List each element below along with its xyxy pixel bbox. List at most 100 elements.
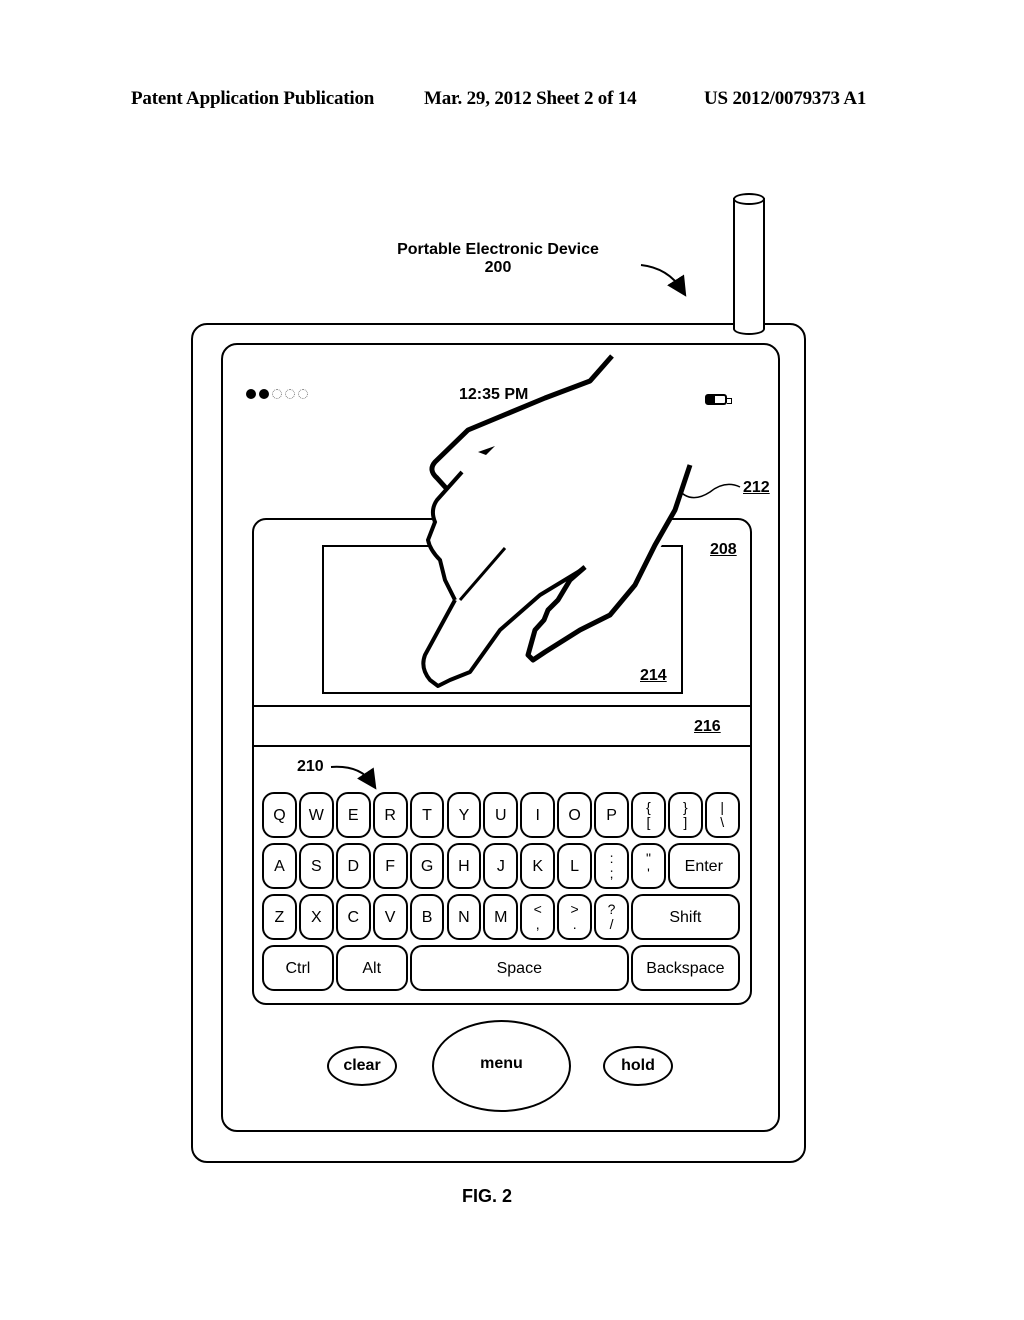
key-label: Q — [273, 806, 286, 824]
text-field[interactable] — [254, 707, 750, 745]
key-shift-label: " — [645, 850, 651, 866]
key-label: D — [347, 857, 360, 875]
device-pointer-arrow — [640, 264, 687, 297]
key-base-label: ] — [683, 814, 688, 830]
battery-tip — [727, 398, 732, 404]
key-r[interactable]: R — [372, 792, 408, 838]
key-u[interactable]: U — [483, 792, 519, 838]
key-label: Y — [458, 806, 470, 824]
device-label: Portable Electronic Device 200 — [380, 241, 616, 277]
key-label: T — [422, 806, 432, 824]
key-q[interactable]: Q — [262, 792, 297, 838]
key-z[interactable]: Z — [262, 894, 297, 940]
key-f[interactable]: F — [372, 843, 408, 889]
key-shift-label: : — [609, 850, 614, 866]
key-label: B — [421, 908, 433, 926]
figure-caption: FIG. 2 — [462, 1186, 513, 1206]
key-n[interactable]: N — [446, 894, 482, 940]
key-base-label: [ — [646, 814, 651, 830]
key-label: N — [458, 908, 470, 926]
key-symbol[interactable]: ? / — [594, 894, 629, 940]
publication-date-sheet: Mar. 29, 2012 Sheet 2 of 14 — [424, 88, 637, 109]
key-symbol[interactable]: {[ — [631, 792, 666, 838]
key-shift-label: | — [720, 799, 725, 815]
key-e[interactable]: E — [335, 792, 371, 838]
key-k[interactable]: K — [520, 843, 556, 889]
key-base-label: ; — [609, 865, 614, 881]
key-c[interactable]: C — [335, 894, 371, 940]
key-a[interactable]: A — [262, 843, 297, 889]
key-symbol[interactable]: <, — [520, 894, 556, 940]
key-v[interactable]: V — [372, 894, 408, 940]
hold-button[interactable]: hold — [603, 1046, 673, 1086]
key-symbol[interactable]: }] — [667, 792, 703, 838]
key-o[interactable]: O — [557, 792, 593, 838]
signal-strength-icon — [246, 389, 308, 399]
key-label: U — [495, 806, 507, 824]
signal-dot — [272, 389, 282, 399]
key-b[interactable]: B — [409, 894, 445, 940]
key-label: W — [308, 806, 324, 824]
key-shift-label: < — [533, 901, 542, 917]
key-backspace[interactable]: Backspace — [631, 945, 740, 991]
key-label: F — [385, 857, 396, 875]
key-label: M — [494, 908, 508, 926]
key-label: Alt — [362, 959, 382, 977]
key-p[interactable]: P — [594, 792, 629, 838]
battery-fill — [707, 396, 716, 403]
key-i[interactable]: I — [520, 792, 556, 838]
ref-208: 208 — [710, 541, 737, 558]
key-label: A — [274, 857, 285, 875]
key-s[interactable]: S — [298, 843, 334, 889]
key-label: Ctrl — [285, 959, 311, 977]
status-time: 12:35 PM — [459, 386, 529, 403]
key-symbol[interactable]: " ' — [631, 843, 666, 889]
key-w[interactable]: W — [298, 792, 334, 838]
key-enter[interactable]: Enter — [667, 843, 740, 889]
key-base-label: / — [609, 916, 614, 932]
menu-button[interactable]: menu — [432, 1020, 571, 1112]
key-symbol[interactable]: >. — [557, 894, 593, 940]
device-number: 200 — [484, 259, 512, 276]
publication-number: US 2012/0079373 A1 — [704, 88, 867, 109]
signal-dot — [259, 389, 269, 399]
key-x[interactable]: X — [298, 894, 334, 940]
key-shift[interactable]: Shift — [631, 894, 740, 940]
battery-icon — [705, 394, 732, 405]
key-label: K — [532, 857, 544, 875]
key-h[interactable]: H — [446, 843, 482, 889]
key-label: S — [311, 857, 322, 875]
key-label: Enter — [684, 857, 723, 875]
key-y[interactable]: Y — [446, 792, 482, 838]
key-base-label: , — [535, 916, 540, 932]
antenna-top — [733, 193, 765, 205]
key-label: C — [347, 908, 360, 926]
ref-210: 210 — [297, 758, 324, 775]
key-space[interactable]: Space — [409, 945, 629, 991]
key-label: Shift — [669, 908, 702, 926]
key-label: Space — [496, 959, 542, 977]
key-symbol[interactable]: | \ — [704, 792, 740, 838]
key-label: H — [458, 857, 470, 875]
key-d[interactable]: D — [335, 843, 371, 889]
key-label: E — [347, 806, 359, 824]
signal-dot — [298, 389, 308, 399]
key-alt[interactable]: Alt — [335, 945, 408, 991]
clear-button[interactable]: clear — [327, 1046, 397, 1086]
key-g[interactable]: G — [409, 843, 445, 889]
publication-type: Patent Application Publication — [131, 88, 375, 109]
key-j[interactable]: J — [483, 843, 519, 889]
panel-divider-bottom — [252, 745, 752, 747]
key-m[interactable]: M — [483, 894, 519, 940]
key-label: X — [311, 908, 322, 926]
signal-dot — [285, 389, 295, 399]
key-label: R — [384, 806, 396, 824]
key-base-label: ' — [647, 865, 650, 881]
key-symbol[interactable]: :; — [594, 843, 629, 889]
key-l[interactable]: L — [557, 843, 593, 889]
key-ctrl[interactable]: Ctrl — [262, 945, 334, 991]
key-base-label: \ — [720, 814, 725, 830]
display-region[interactable] — [322, 545, 683, 694]
key-t[interactable]: T — [409, 792, 445, 838]
ref-214: 214 — [640, 667, 667, 684]
